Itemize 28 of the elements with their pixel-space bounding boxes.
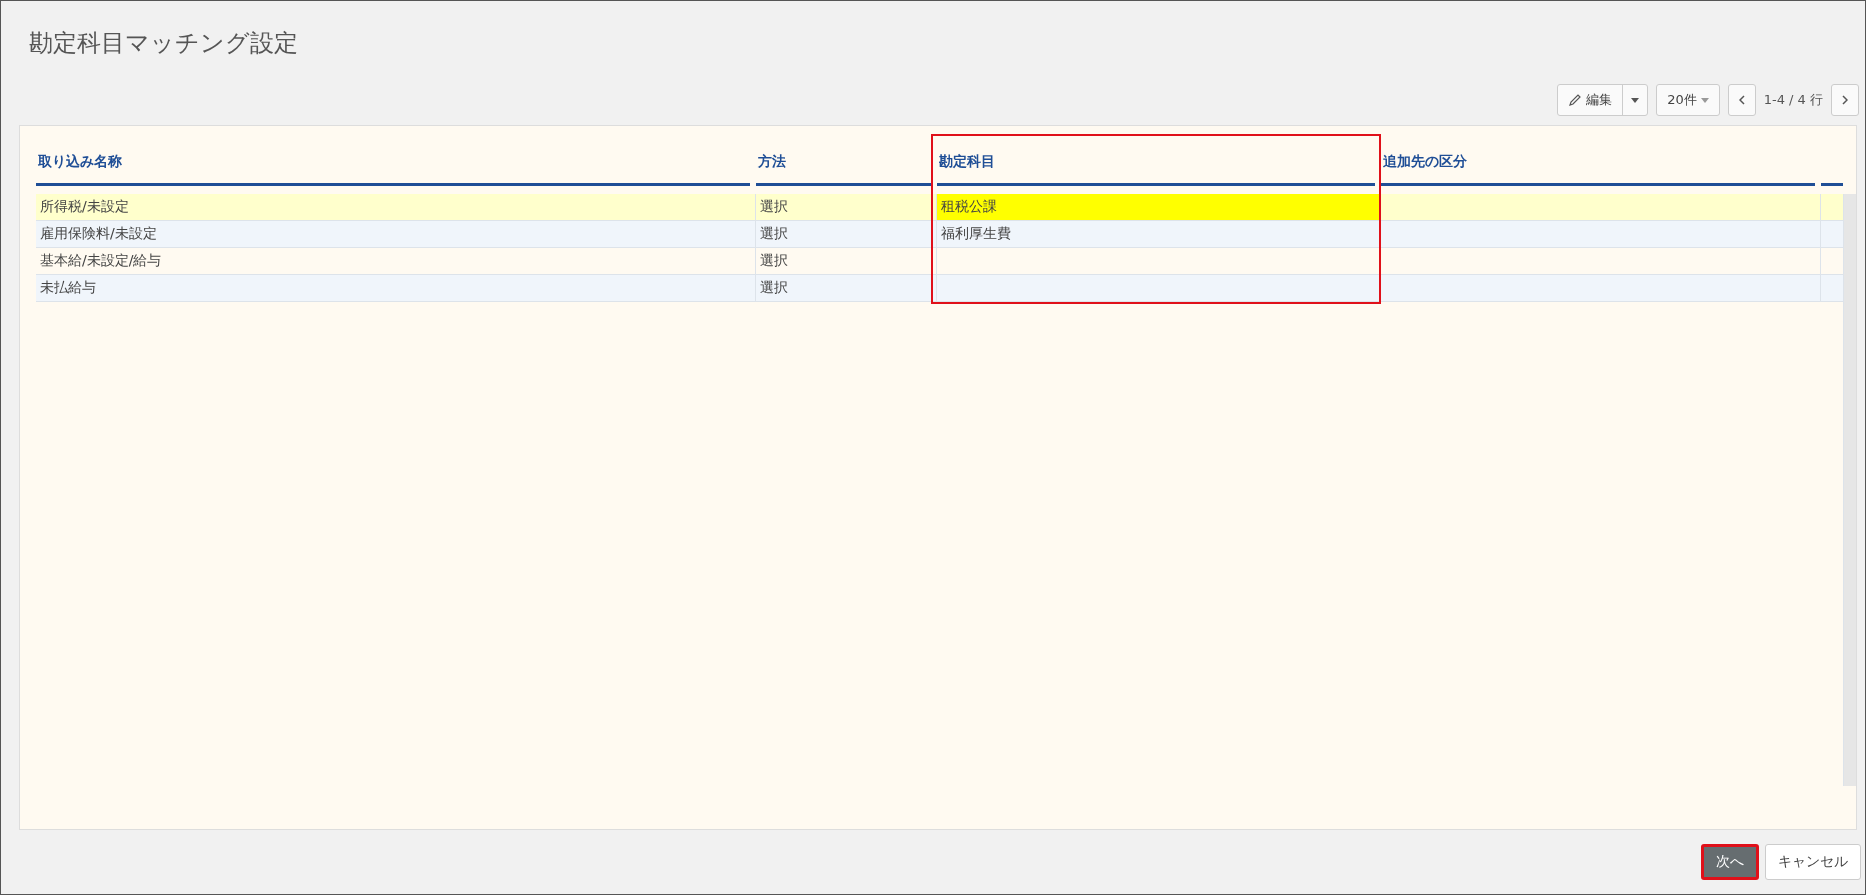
table-cell[interactable]: 雇用保険料/未設定 xyxy=(36,221,756,248)
column-header[interactable]: 追加先の区分 xyxy=(1381,142,1815,186)
caret-icon xyxy=(1631,97,1640,103)
cancel-button[interactable]: キャンセル xyxy=(1765,844,1861,880)
table-cell[interactable]: 租税公課 xyxy=(937,194,1381,221)
column-header[interactable]: 勘定科目 xyxy=(937,142,1375,186)
chevron-right-icon xyxy=(1842,95,1848,105)
column-header[interactable]: 取り込み名称 xyxy=(36,142,750,186)
page-title: 勘定科目マッチング設定 xyxy=(28,28,299,53)
row-range: 1-4 / 4 行 xyxy=(1763,91,1823,109)
page-size-select[interactable]: 20件 xyxy=(1656,84,1720,116)
table-cell[interactable]: 選択 xyxy=(756,194,937,221)
table-cell[interactable]: 基本給/未設定/給与 xyxy=(36,248,756,275)
table-cell[interactable]: 未払給与 xyxy=(36,275,756,302)
table-cell[interactable]: 所得税/未設定 xyxy=(36,194,756,221)
column-header[interactable]: 方法 xyxy=(756,142,931,186)
chevron-left-icon xyxy=(1738,95,1745,105)
next-page-button[interactable] xyxy=(1831,84,1859,116)
pencil-icon xyxy=(1568,93,1583,107)
edit-button[interactable]: 編集 xyxy=(1558,85,1623,115)
table-cell[interactable]: 選択 xyxy=(756,275,937,302)
table-cell[interactable]: 福利厚生費 xyxy=(937,221,1381,248)
previous-page-button[interactable] xyxy=(1727,84,1756,116)
table-cell[interactable]: 選択 xyxy=(756,221,937,248)
next-button[interactable]: 次へ xyxy=(1701,844,1759,880)
edit-split-button[interactable]: 編集 xyxy=(1557,84,1649,116)
table-cell[interactable]: 選択 xyxy=(756,248,937,275)
caret-icon xyxy=(1700,97,1709,103)
